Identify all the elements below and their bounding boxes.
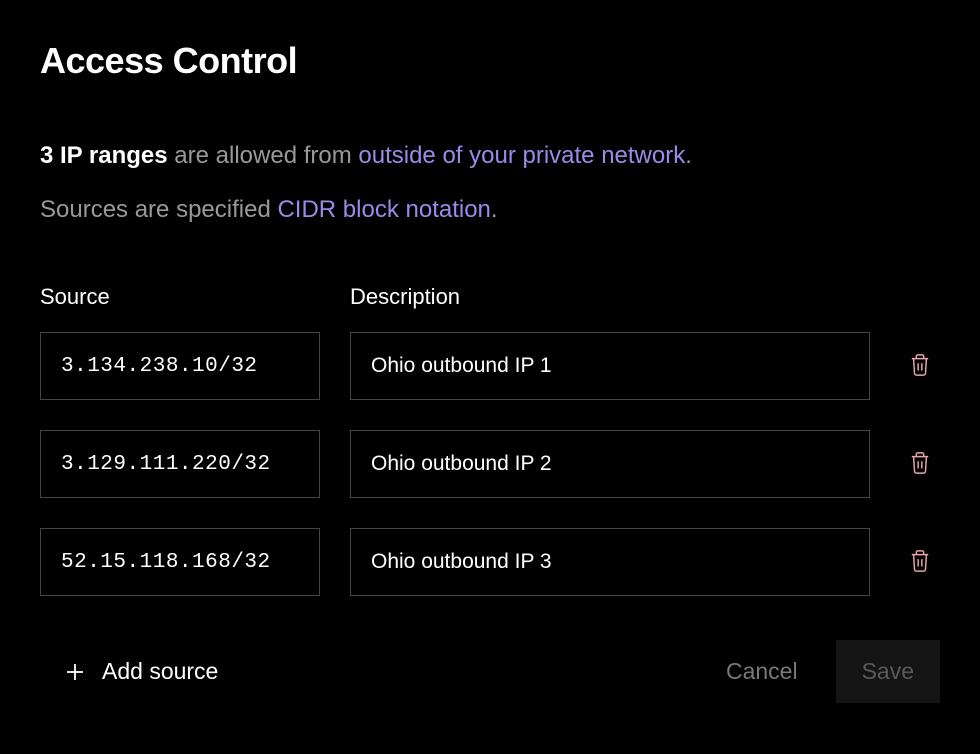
description-input[interactable] bbox=[350, 332, 870, 400]
ip-range-count: 3 IP ranges bbox=[40, 142, 168, 169]
table-row bbox=[40, 528, 940, 596]
trash-icon bbox=[909, 353, 931, 380]
source-input[interactable] bbox=[40, 528, 320, 596]
source-input[interactable] bbox=[40, 332, 320, 400]
delete-row-button[interactable] bbox=[900, 447, 940, 482]
form-actions: Cancel Save bbox=[718, 640, 940, 703]
description-input[interactable] bbox=[350, 528, 870, 596]
footer: Add source Cancel Save bbox=[40, 640, 940, 703]
delete-row-button[interactable] bbox=[900, 349, 940, 384]
cancel-button[interactable]: Cancel bbox=[718, 644, 806, 699]
trash-icon bbox=[909, 451, 931, 478]
delete-row-button[interactable] bbox=[900, 545, 940, 580]
ip-ranges-table: Source Description bbox=[40, 284, 940, 596]
cidr-notation-link[interactable]: CIDR block notation bbox=[277, 196, 490, 223]
save-button[interactable]: Save bbox=[836, 640, 940, 703]
summary-text-1: are allowed from bbox=[168, 142, 359, 169]
column-header-description: Description bbox=[350, 284, 870, 310]
description-input[interactable] bbox=[350, 430, 870, 498]
summary-suffix-2: . bbox=[491, 196, 498, 223]
add-source-label: Add source bbox=[102, 658, 218, 685]
add-source-button[interactable]: Add source bbox=[40, 658, 218, 685]
table-row bbox=[40, 430, 940, 498]
column-header-spacer bbox=[900, 284, 940, 310]
source-input[interactable] bbox=[40, 430, 320, 498]
page-title: Access Control bbox=[40, 40, 940, 82]
plus-icon bbox=[66, 663, 84, 681]
summary-line-1: 3 IP ranges are allowed from outside of … bbox=[40, 142, 940, 170]
private-network-link[interactable]: outside of your private network bbox=[358, 142, 685, 169]
summary-line-2: Sources are specified CIDR block notatio… bbox=[40, 196, 940, 224]
summary-suffix-1: . bbox=[685, 142, 692, 169]
table-row bbox=[40, 332, 940, 400]
summary-text-2: Sources are specified bbox=[40, 196, 277, 223]
trash-icon bbox=[909, 549, 931, 576]
column-header-source: Source bbox=[40, 284, 320, 310]
table-headers: Source Description bbox=[40, 284, 940, 310]
